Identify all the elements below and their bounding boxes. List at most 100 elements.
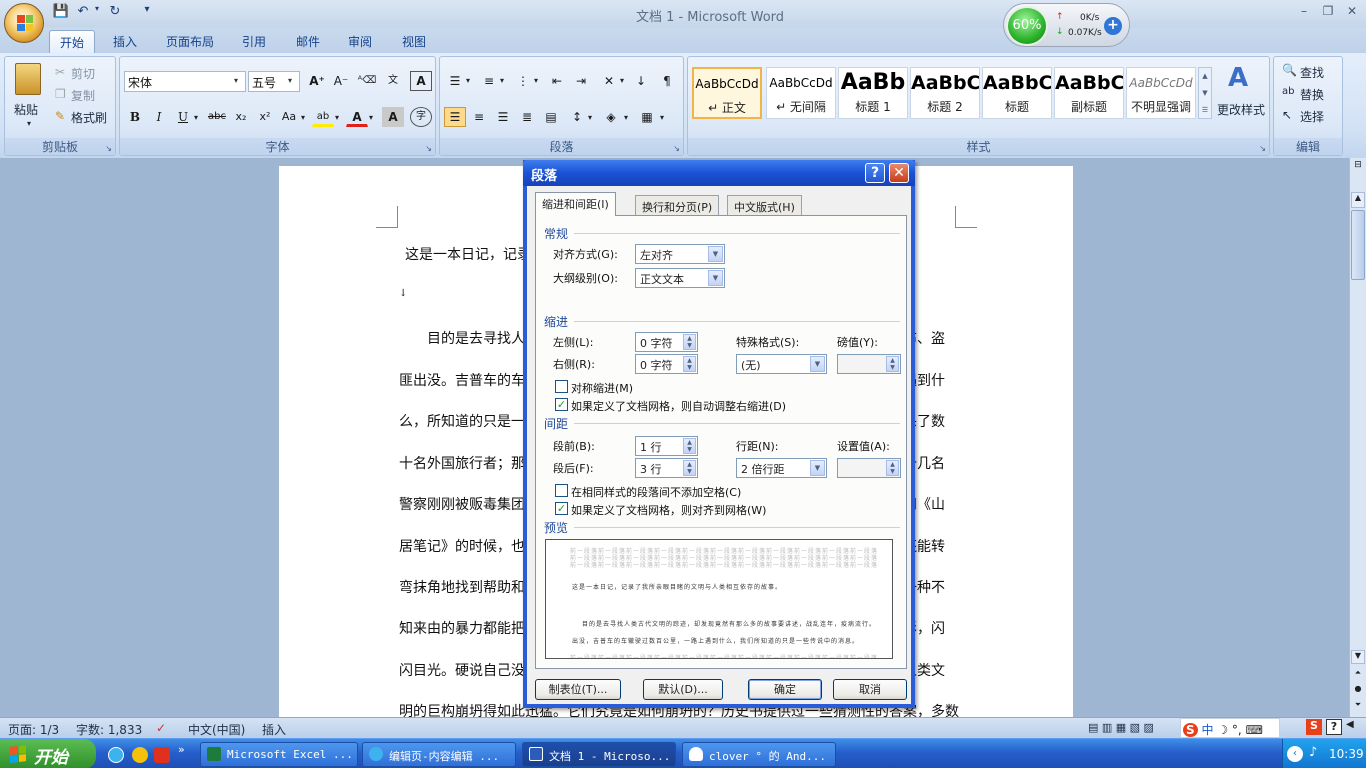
tray-expand-icon[interactable]: ‹ <box>1287 746 1303 762</box>
spinner-icon[interactable]: ▲ ▼ <box>886 356 899 372</box>
task-browser[interactable]: 编辑页-内容编辑 ... <box>362 742 516 767</box>
copy-button[interactable]: 复制 <box>71 87 95 104</box>
language-status[interactable]: 中文(中国) <box>188 721 245 738</box>
paste-button[interactable]: 粘贴 <box>14 101 38 118</box>
save-icon[interactable]: 💾 <box>52 4 70 22</box>
multilevel-dropdown-icon[interactable]: ▾ <box>534 76 538 85</box>
bullets-icon[interactable]: ☰ <box>444 71 466 91</box>
highlight-icon[interactable]: ab <box>312 107 334 127</box>
show-marks-icon[interactable]: ¶ <box>656 71 678 91</box>
chinese-layout-icon[interactable]: ✕ <box>598 71 620 91</box>
phonetic-guide-icon[interactable]: 文 <box>382 71 404 91</box>
font-size-dropdown-icon[interactable]: ▾ <box>288 76 292 85</box>
sort-icon[interactable]: ↓ <box>630 71 652 91</box>
word-count[interactable]: 字数: 1,833 <box>76 721 142 738</box>
italic-icon[interactable]: I <box>148 107 170 127</box>
numbering-dropdown-icon[interactable]: ▾ <box>500 76 504 85</box>
cut-button[interactable]: 剪切 <box>71 65 95 82</box>
font-launcher-icon[interactable]: ↘ <box>425 144 432 153</box>
spinner-icon[interactable]: ▲ ▼ <box>683 334 696 350</box>
browse-object-icon[interactable]: ● <box>1351 684 1365 698</box>
plus-icon[interactable]: + <box>1104 17 1122 35</box>
font-color-dropdown-icon[interactable]: ▾ <box>369 113 373 122</box>
paste-dropdown-icon[interactable]: ▾ <box>27 119 31 128</box>
underline-icon[interactable]: U <box>172 107 194 127</box>
office-button[interactable] <box>4 3 44 43</box>
font-color-icon[interactable]: A <box>346 107 368 127</box>
ime-moon-icon[interactable]: ☽ <box>1217 723 1228 737</box>
font-name-box[interactable]: 宋体 <box>124 71 246 92</box>
highlight-dropdown-icon[interactable]: ▾ <box>335 113 339 122</box>
restore-button[interactable]: ❐ <box>1316 4 1340 20</box>
change-styles-button[interactable]: 更改样式 <box>1217 101 1265 118</box>
bold-icon[interactable]: B <box>124 107 146 127</box>
close-button[interactable]: ✕ <box>1340 4 1364 20</box>
find-button[interactable]: 查找 <box>1300 64 1324 81</box>
quicklaunch-browser-icon[interactable] <box>108 747 124 763</box>
strikethrough-icon[interactable]: abc <box>206 107 228 127</box>
shading-icon[interactable]: ◈ <box>600 107 622 127</box>
alignment-select[interactable]: 左对齐 ▼ <box>635 244 725 264</box>
shading-dropdown-icon[interactable]: ▾ <box>624 113 628 122</box>
task-chat[interactable]: clover ° 的 And... <box>682 742 836 767</box>
ime-chinese-icon[interactable]: 中 <box>1201 723 1213 737</box>
line-spacing-dropdown-icon[interactable]: ▾ <box>588 113 592 122</box>
align-center-icon[interactable]: ≡ <box>468 107 490 127</box>
styles-scroll-icon[interactable]: ▲ ▼ ☰ <box>1198 67 1212 119</box>
set-default-button[interactable]: 默认(D)... <box>643 679 723 700</box>
vertical-scrollbar[interactable]: ⊟ ▲ ▼ ⏶ ● ⏷ <box>1349 158 1366 717</box>
align-right-icon[interactable]: ☰ <box>492 107 514 127</box>
ime-keyboard-icon[interactable]: ⌨ <box>1246 723 1263 737</box>
clock[interactable]: 10:39 <box>1329 747 1364 761</box>
tabs-button[interactable]: 制表位(T)... <box>535 679 621 700</box>
page-count[interactable]: 页面: 1/3 <box>8 721 59 738</box>
bullets-dropdown-icon[interactable]: ▾ <box>466 76 470 85</box>
volume-icon[interactable]: ♪ <box>1309 745 1317 760</box>
redo-icon[interactable]: ↻ <box>106 4 124 22</box>
indent-right-input[interactable]: 0 字符 ▲ ▼ <box>635 354 698 374</box>
ime-toolbar[interactable]: S 中 ☽ °, ⌨ <box>1180 718 1280 738</box>
style-heading-2[interactable]: AaBbC 标题 2 <box>910 67 980 119</box>
network-monitor[interactable]: 60% ↑ 0K/s ↓ 0.07K/s + <box>1003 3 1130 47</box>
subscript-icon[interactable]: x₂ <box>230 107 252 127</box>
tab-line-page-breaks[interactable]: 换行和分页(P) <box>635 195 720 215</box>
grow-font-icon[interactable]: A⁺ <box>306 71 328 91</box>
snap-to-grid-checkbox[interactable]: ✓ <box>555 502 568 515</box>
quicklaunch-expand-icon[interactable]: » <box>178 743 185 756</box>
scroll-thumb[interactable] <box>1351 210 1365 280</box>
borders-icon[interactable]: ▦ <box>636 107 658 127</box>
distributed-icon[interactable]: ▤ <box>540 107 562 127</box>
font-size-box[interactable]: 五号 <box>248 71 300 92</box>
format-painter-button[interactable]: 格式刷 <box>71 109 107 126</box>
ruler-toggle-icon[interactable]: ⊟ <box>1351 160 1365 174</box>
change-case-icon[interactable]: Aa <box>278 107 300 127</box>
by-input[interactable]: ▲ ▼ <box>837 354 901 374</box>
special-select[interactable]: (无) ▼ <box>736 354 827 374</box>
paragraph-launcher-icon[interactable]: ↘ <box>673 144 680 153</box>
chinese-layout-dropdown-icon[interactable]: ▾ <box>620 76 624 85</box>
character-shading-icon[interactable]: A <box>382 107 404 127</box>
increase-indent-icon[interactable]: ⇥ <box>570 71 592 91</box>
decrease-indent-icon[interactable]: ⇤ <box>546 71 568 91</box>
indent-left-input[interactable]: 0 字符 ▲ ▼ <box>635 332 698 352</box>
spinner-icon[interactable]: ▲ ▼ <box>683 356 696 372</box>
sogou-skin-icon[interactable]: S <box>1306 719 1322 735</box>
replace-button[interactable]: 替换 <box>1300 86 1324 103</box>
line-spacing-icon[interactable]: ↕ <box>566 107 588 127</box>
quicklaunch-app-icon[interactable] <box>132 747 148 763</box>
change-case-dropdown-icon[interactable]: ▾ <box>301 113 305 122</box>
paste-icon[interactable] <box>15 63 41 95</box>
proofing-icon[interactable]: ✓ <box>156 721 166 735</box>
multilevel-list-icon[interactable]: ⋮ <box>512 71 534 91</box>
scroll-down-icon[interactable]: ▼ <box>1351 650 1365 664</box>
mirror-indents-checkbox[interactable] <box>555 380 568 393</box>
borders-dropdown-icon[interactable]: ▾ <box>660 113 664 122</box>
help-icon[interactable]: ? <box>865 163 885 183</box>
close-icon[interactable]: ✕ <box>889 163 909 183</box>
at-input[interactable]: ▲ ▼ <box>837 458 901 478</box>
scroll-up-icon[interactable]: ▲ <box>1351 192 1365 208</box>
style-normal[interactable]: AaBbCcDd ↵ 正文 <box>692 67 762 119</box>
quicklaunch-tool-icon[interactable] <box>154 747 170 763</box>
tab-insert[interactable]: 插入 <box>103 30 147 53</box>
spinner-icon[interactable]: ▲ ▼ <box>683 438 696 454</box>
